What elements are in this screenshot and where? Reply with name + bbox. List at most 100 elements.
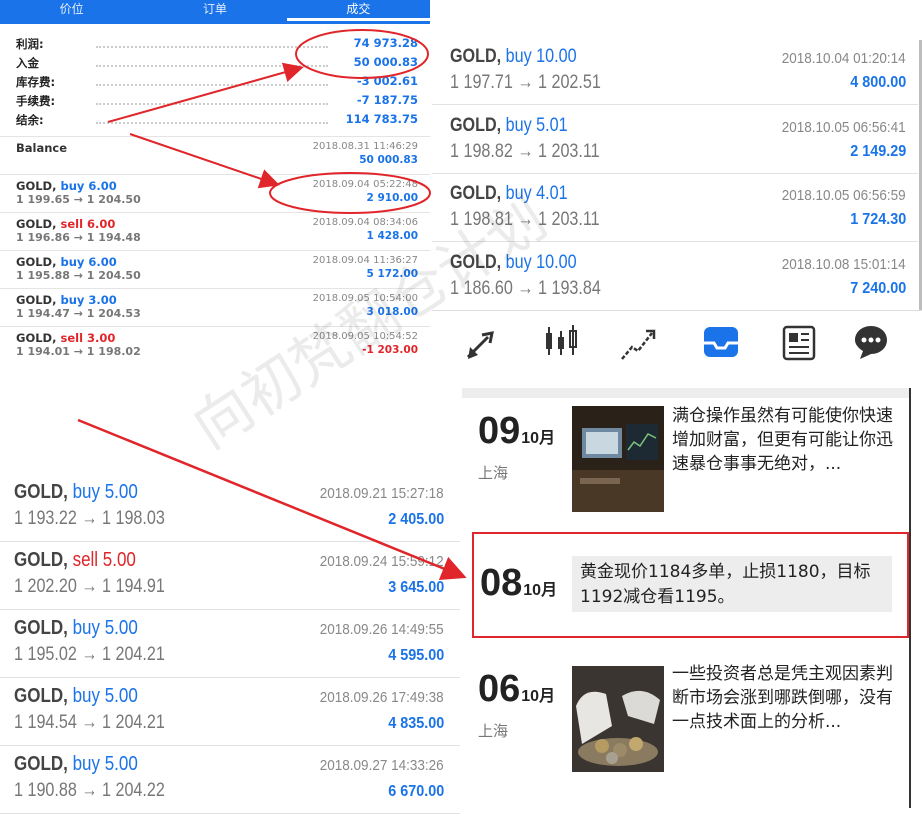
news-item[interactable]: 0910月 上海 满仓操作虽然有可能使你快速增加财富，但更有可能让你迅速暴仓事事… (462, 402, 908, 522)
dotted-leader (96, 46, 328, 48)
deal-type: buy 5.01 (505, 115, 568, 136)
deal-prices: 1 194.01 → 1 198.02 (16, 345, 141, 358)
panel-edge (909, 388, 911, 808)
deal-symbol: GOLD, buy 5.00 (14, 753, 138, 776)
chat-icon[interactable] (850, 321, 892, 363)
summary-label: 入金 (16, 56, 39, 70)
symbol: GOLD, (14, 617, 68, 639)
deal-row[interactable]: GOLD, buy 5.00 1 190.88 → 1 204.22 2018.… (0, 745, 460, 814)
deal-prices: 1 197.71 → 1 202.51 (450, 72, 601, 93)
deal-profit: 2 910.00 (366, 192, 418, 204)
deal-time: 2018.09.05 10:54:00 (312, 293, 418, 304)
deal-type: buy 4.01 (505, 183, 568, 204)
deal-prices: 1 193.22 → 1 198.03 (14, 508, 165, 529)
deal-profit: 7 240.00 (849, 280, 906, 297)
tab-prices[interactable]: 价位 (0, 0, 143, 24)
deal-profit: 2 149.29 (849, 143, 906, 160)
deal-row[interactable]: GOLD, buy 5.01 1 198.82 → 1 203.11 2018.… (432, 105, 918, 174)
symbol: GOLD, (16, 293, 57, 307)
dotted-leader (96, 122, 328, 124)
summary-label: 库存费: (16, 75, 56, 89)
deal-symbol: GOLD, buy 5.01 (450, 115, 568, 137)
tab-deals[interactable]: 成交 (286, 0, 430, 21)
news-date: 0810月 (480, 562, 557, 605)
summary-label: 利润: (16, 37, 44, 51)
deal-profit: 2 405.00 (387, 511, 444, 528)
deal-type: buy 3.00 (60, 293, 117, 307)
news-panel: 0910月 上海 满仓操作虽然有可能使你快速增加财富，但更有可能让你迅速暴仓事事… (462, 388, 922, 832)
deal-time: 2018.09.26 17:49:38 (320, 689, 444, 706)
news-text: 一些投资者总是凭主观因素判断市场会涨到哪跌倒哪，没有一点技术面上的分析... (672, 664, 893, 732)
deal-symbol: GOLD, buy 10.00 (450, 252, 577, 274)
deal-time: 2018.10.05 06:56:59 (782, 187, 906, 204)
summary-value: -7 187.75 (356, 93, 418, 107)
deal-profit: 6 670.00 (387, 783, 444, 800)
trend-chart-icon[interactable] (618, 321, 660, 363)
deal-type: buy 5.00 (72, 753, 138, 775)
deal-prices: 1 202.20 → 1 194.91 (14, 576, 165, 597)
news-month: 10月 (523, 582, 558, 599)
deal-time: 2018.09.26 14:49:55 (320, 621, 444, 638)
dotted-leader (96, 84, 328, 86)
deal-row[interactable]: GOLD, sell 6.00 1 196.86 → 1 194.48 2018… (0, 212, 430, 250)
deal-prices: 1 195.88 → 1 204.50 (16, 269, 141, 282)
deal-time: 2018.10.04 01:20:14 (782, 50, 906, 67)
history-inbox-icon[interactable] (700, 321, 742, 363)
tab-bar: 价位 订单 成交 (0, 0, 430, 24)
deal-type: buy 5.00 (72, 481, 138, 503)
deal-symbol: GOLD, buy 5.00 (14, 685, 138, 708)
deal-row[interactable]: GOLD, buy 5.00 1 193.22 → 1 198.03 2018.… (0, 473, 460, 542)
deal-profit: -1 203.00 (362, 344, 418, 356)
summary-value: 74 973.28 (353, 36, 418, 50)
deal-prices: 1 186.60 → 1 193.84 (450, 278, 601, 299)
news-item-highlighted[interactable]: 0810月 黄金现价1184多单，止损1180，目标1192减仓看1195。 (472, 532, 909, 638)
symbol: GOLD, (14, 481, 68, 503)
dotted-leader (96, 103, 328, 105)
news-date: 0610月 (478, 668, 555, 711)
deal-time: 2018.08.31 11:46:29 (312, 141, 418, 152)
summary-label: 手续费: (16, 94, 56, 108)
deal-row[interactable]: GOLD, buy 5.00 1 195.02 → 1 204.21 2018.… (0, 609, 460, 678)
deal-row[interactable]: GOLD, buy 6.00 1 199.65 → 1 204.50 2018.… (0, 174, 430, 212)
deal-type: buy 6.00 (60, 255, 117, 269)
deal-type: buy 6.00 (60, 179, 117, 193)
trade-icon[interactable] (462, 321, 504, 363)
bottom-toolbar (432, 310, 922, 373)
deal-row[interactable]: GOLD, buy 3.00 1 194.47 → 1 204.53 2018.… (0, 288, 430, 326)
symbol: GOLD, (16, 179, 57, 193)
symbol: GOLD, (16, 331, 57, 345)
news-text: 黄金现价1184多单，止损1180，目标1192减仓看1195。 (572, 556, 892, 612)
news-day: 06 (478, 668, 521, 710)
balance-row[interactable]: Balance 2018.08.31 11:46:29 50 000.83 (0, 136, 430, 174)
deal-symbol: GOLD, buy 5.00 (14, 617, 138, 640)
deal-profit: 4 835.00 (387, 715, 444, 732)
news-item[interactable]: 0610月 上海 一些投资者总是凭主观因素判断市场会涨到哪跌倒哪，没有一点技术面… (462, 660, 908, 780)
deal-row[interactable]: GOLD, buy 6.00 1 195.88 → 1 204.50 2018.… (0, 250, 430, 288)
news-text: 满仓操作虽然有可能使你快速增加财富，但更有可能让你迅速暴仓事事无绝对，... (672, 406, 893, 474)
tab-orders[interactable]: 订单 (143, 0, 286, 24)
symbol: GOLD, (450, 252, 502, 273)
deal-row[interactable]: GOLD, buy 10.00 1 197.71 → 1 202.51 2018… (432, 36, 918, 105)
deal-type: sell 5.00 (72, 549, 136, 571)
deal-row[interactable]: GOLD, sell 5.00 1 202.20 → 1 194.91 2018… (0, 541, 460, 610)
deal-row[interactable]: GOLD, sell 3.00 1 194.01 → 1 198.02 2018… (0, 326, 430, 364)
symbol: GOLD, (14, 753, 68, 775)
deal-prices: 1 195.02 → 1 204.21 (14, 644, 165, 665)
deal-row[interactable]: GOLD, buy 5.00 1 194.54 → 1 204.21 2018.… (0, 677, 460, 746)
deal-row[interactable]: GOLD, buy 10.00 1 186.60 → 1 193.84 2018… (432, 242, 918, 311)
summary-value: 114 783.75 (345, 112, 418, 126)
deal-symbol: GOLD, buy 3.00 (16, 293, 117, 307)
news-city: 上海 (478, 464, 509, 482)
deal-symbol: GOLD, sell 5.00 (14, 549, 136, 572)
news-city: 上海 (478, 722, 509, 740)
news-icon[interactable] (778, 321, 820, 363)
deal-profit: 1 724.30 (849, 211, 906, 228)
news-day: 08 (480, 562, 523, 604)
candlestick-chart-icon[interactable] (540, 321, 582, 363)
news-month: 10月 (521, 430, 556, 447)
symbol: GOLD, (450, 183, 502, 204)
deal-type: sell 6.00 (60, 217, 116, 231)
deal-row[interactable]: GOLD, buy 4.01 1 198.81 → 1 203.11 2018.… (432, 173, 918, 242)
deal-time: 2018.10.08 15:01:14 (782, 256, 906, 273)
dotted-leader (96, 65, 328, 67)
